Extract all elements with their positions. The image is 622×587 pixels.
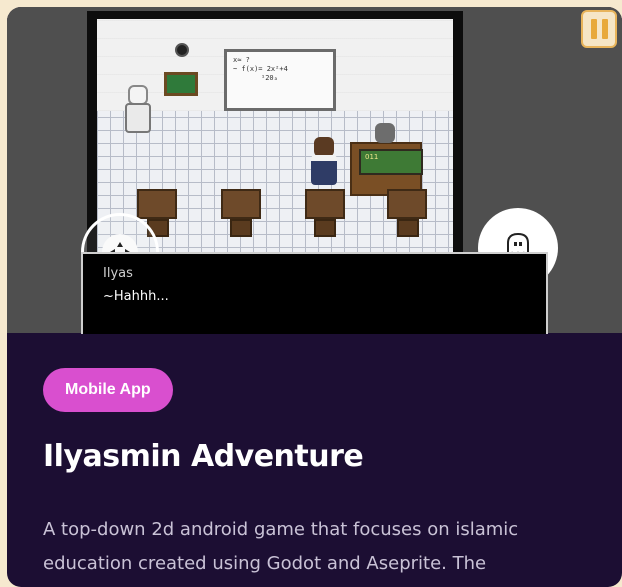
whiteboard-line: ¹20ₐ [261,74,278,82]
student-chair [230,219,252,237]
teacher-character [372,123,398,147]
pause-icon [601,19,608,39]
project-title[interactable]: Ilyasmin Adventure [43,439,364,474]
student-desk [221,189,261,219]
category-badge: Mobile App [43,368,173,412]
girl-character [125,85,151,133]
whiteboard-line: ~ f(x)= 2x²+4 [233,65,288,73]
game-screenshot: x≈ ? ~ f(x)= 2x²+4 ¹20ₐ 011 Ilyas ~Hahhh… [7,7,622,334]
dialog-box[interactable]: Ilyas ~Hahhh... [81,252,548,334]
wall-clock [175,43,189,57]
whiteboard: x≈ ? ~ f(x)= 2x²+4 ¹20ₐ [224,49,336,111]
classroom-scene: x≈ ? ~ f(x)= 2x²+4 ¹20ₐ 011 [97,19,453,261]
dialog-speaker: Ilyas [103,266,133,281]
small-chalkboard [164,72,198,96]
pause-icon [590,19,597,39]
pause-button[interactable] [581,10,617,48]
student-desk [387,189,427,219]
teacher-board: 011 [359,149,423,175]
student-desk [305,189,345,219]
player-character-ilyas [311,137,337,185]
student-chair [397,219,419,237]
dialog-text: ~Hahhh... [103,289,169,304]
whiteboard-line: x≈ ? [233,56,250,64]
project-description: A top-down 2d android game that focuses … [43,519,519,574]
project-card[interactable]: x≈ ? ~ f(x)= 2x²+4 ¹20ₐ 011 Ilyas ~Hahhh… [7,7,622,587]
student-desk [137,189,177,219]
student-chair [314,219,336,237]
teacher-board-text: 011 [365,153,379,161]
